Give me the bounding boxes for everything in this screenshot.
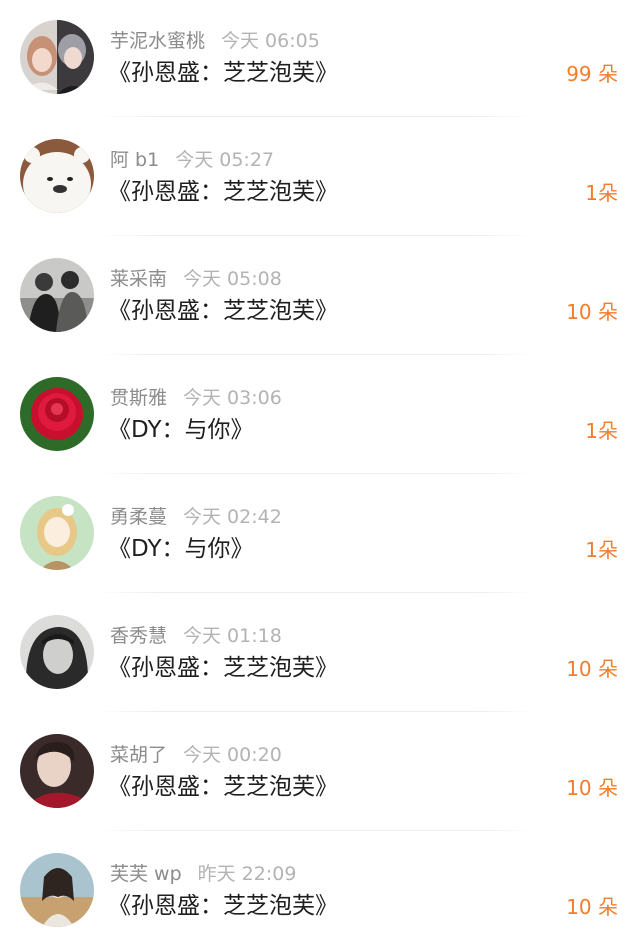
username[interactable]: 莱采南	[110, 268, 167, 290]
list-item[interactable]: 莱采南 今天 05:08 《孙恩盛：芝芝泡芙》 10 朵	[0, 238, 640, 357]
row-divider	[96, 473, 538, 474]
song-title: 《DY：与你》	[108, 417, 254, 443]
row-divider	[96, 711, 538, 712]
list-item[interactable]: 香秀慧 今天 01:18 《孙恩盛：芝芝泡芙》 10 朵	[0, 595, 640, 714]
username[interactable]: 香秀慧	[110, 625, 167, 647]
timestamp: 昨天 22:09	[197, 863, 297, 885]
song-title: 《孙恩盛：芝芝泡芙》	[108, 60, 338, 86]
username[interactable]: 勇柔蔓	[110, 506, 167, 528]
timestamp: 今天 05:08	[183, 268, 282, 290]
timestamp: 今天 02:42	[183, 506, 282, 528]
song-title: 《孙恩盛：芝芝泡芙》	[108, 774, 338, 800]
list-item[interactable]: 贯斯雅 今天 03:06 《DY：与你》 1朵	[0, 357, 640, 476]
flower-count: 1朵	[585, 419, 618, 443]
username[interactable]: 芙芙 wp	[110, 863, 182, 885]
entry-meta: 芙芙 wp 昨天 22:09	[110, 861, 296, 887]
avatar-hooded-person-bw[interactable]	[20, 615, 94, 689]
list-item[interactable]: 阿 b1 今天 05:27 《孙恩盛：芝芝泡芙》 1朵	[0, 119, 640, 238]
avatar-young-man-photo[interactable]	[20, 734, 94, 808]
entry-meta: 芋泥水蜜桃 今天 06:05	[110, 28, 320, 54]
timestamp: 今天 05:27	[175, 149, 274, 171]
flower-count: 10 朵	[566, 300, 618, 324]
flower-count: 99 朵	[566, 62, 618, 86]
list-item[interactable]: 芙芙 wp 昨天 22:09 《孙恩盛：芝芝泡芙》 10 朵	[0, 833, 640, 952]
entry-meta: 菜胡了 今天 00:20	[110, 742, 282, 768]
avatar-red-rose[interactable]	[20, 377, 94, 451]
song-title: 《孙恩盛：芝芝泡芙》	[108, 298, 338, 324]
list-item[interactable]: 芋泥水蜜桃 今天 06:05 《孙恩盛：芝芝泡芙》 99 朵	[0, 0, 640, 119]
row-divider	[96, 354, 538, 355]
flower-count: 10 朵	[566, 776, 618, 800]
entry-meta: 阿 b1 今天 05:27	[110, 147, 274, 173]
entry-meta: 香秀慧 今天 01:18	[110, 623, 282, 649]
list-item[interactable]: 菜胡了 今天 00:20 《孙恩盛：芝芝泡芙》 10 朵	[0, 714, 640, 833]
timestamp: 今天 06:05	[221, 30, 320, 52]
song-title: 《孙恩盛：芝芝泡芙》	[108, 655, 338, 681]
row-divider	[96, 235, 538, 236]
username[interactable]: 芋泥水蜜桃	[110, 30, 205, 52]
username[interactable]: 阿 b1	[110, 149, 159, 171]
entry-meta: 勇柔蔓 今天 02:42	[110, 504, 282, 530]
avatar-girl-outdoor-photo[interactable]	[20, 853, 94, 927]
avatar-two-people-photo[interactable]	[20, 258, 94, 332]
song-title: 《孙恩盛：芝芝泡芙》	[108, 893, 338, 919]
timestamp: 今天 01:18	[183, 625, 282, 647]
timestamp: 今天 00:20	[183, 744, 282, 766]
gift-record-list: 芋泥水蜜桃 今天 06:05 《孙恩盛：芝芝泡芙》 99 朵 阿 b1 今天 05:…	[0, 0, 640, 938]
row-divider	[96, 116, 538, 117]
flower-count: 1朵	[585, 181, 618, 205]
entry-meta: 贯斯雅 今天 03:06	[110, 385, 282, 411]
avatar-white-bear-cartoon[interactable]	[20, 139, 94, 213]
username[interactable]: 贯斯雅	[110, 387, 167, 409]
song-title: 《DY：与你》	[108, 536, 254, 562]
song-title: 《孙恩盛：芝芝泡芙》	[108, 179, 338, 205]
timestamp: 今天 03:06	[183, 387, 282, 409]
row-divider	[96, 830, 538, 831]
avatar-two-girls-photo[interactable]	[20, 20, 94, 94]
entry-meta: 莱采南 今天 05:08	[110, 266, 282, 292]
flower-count: 10 朵	[566, 657, 618, 681]
flower-count: 1朵	[585, 538, 618, 562]
flower-count: 10 朵	[566, 895, 618, 919]
row-divider	[96, 592, 538, 593]
avatar-anime-girl[interactable]	[20, 496, 94, 570]
username[interactable]: 菜胡了	[110, 744, 167, 766]
list-item[interactable]: 勇柔蔓 今天 02:42 《DY：与你》 1朵	[0, 476, 640, 595]
